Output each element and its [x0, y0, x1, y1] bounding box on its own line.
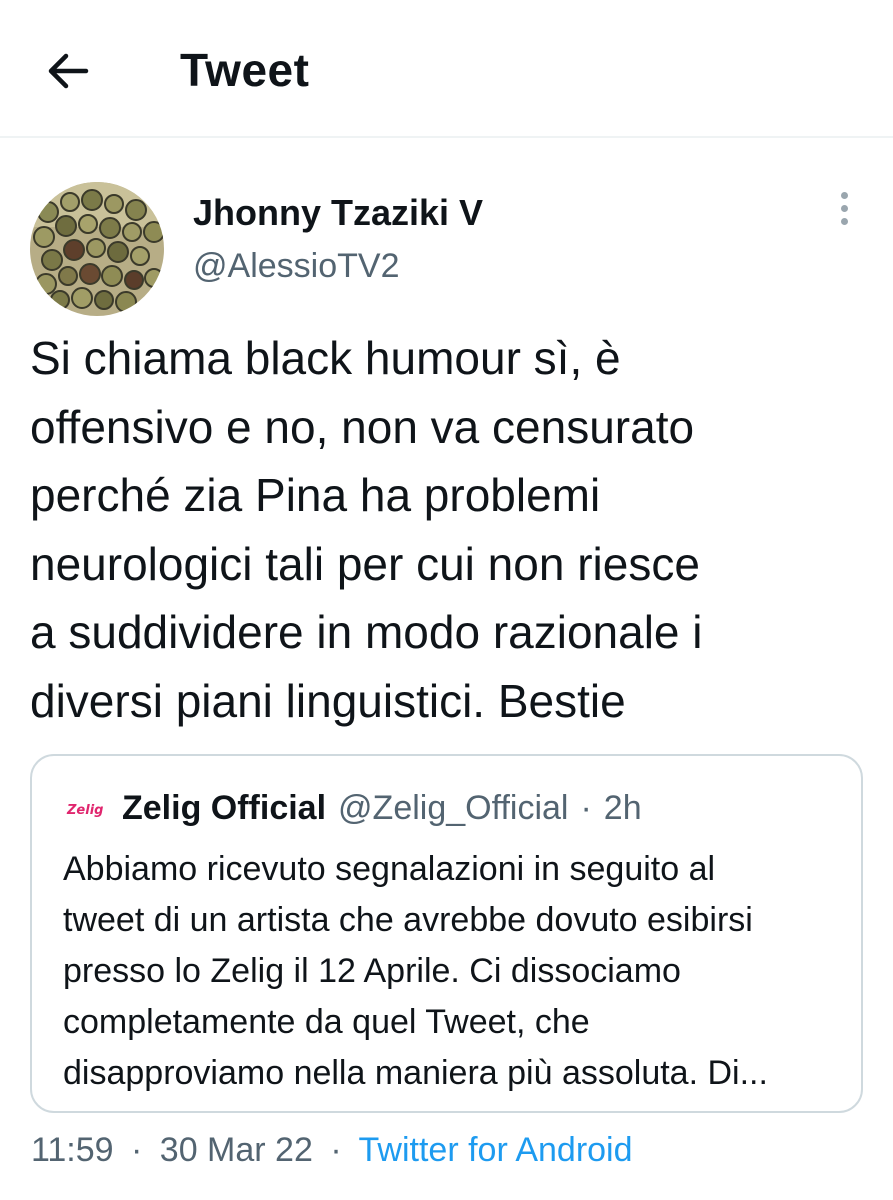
tweet-text-line: offensivo e no, non va censurato	[30, 400, 695, 453]
meta-separator: ·	[131, 1131, 143, 1169]
author-name[interactable]: Jhonny Tzaziki V	[193, 190, 483, 236]
arrow-left-icon	[48, 53, 89, 89]
quoted-text-line: presso lo Zelig il 12 Aprile. Ci dissoci…	[63, 952, 681, 990]
tweet-text-line: neurologici tali per cui non riesce	[30, 537, 700, 590]
zelig-logo-icon: Zelig	[66, 795, 106, 821]
quoted-age: 2h	[603, 789, 642, 827]
avatar-image	[30, 182, 164, 316]
more-vertical-icon-dot	[840, 204, 848, 212]
more-options-button[interactable]	[826, 188, 862, 228]
tweet-text-line: a suddividere in modo razionale i	[30, 606, 703, 658]
page-title: Tweet	[180, 44, 310, 96]
tweet-source-link[interactable]: Twitter for Android	[359, 1131, 633, 1169]
quoted-tweet-header: Zelig Zelig Official @Zelig_Official · 2…	[66, 786, 642, 830]
meta-separator: ·	[330, 1131, 342, 1169]
tweet-text-line: Si chiama black humour sì, è	[30, 332, 621, 384]
tweet-text: Si chiama black humour sì, è offensivo e…	[30, 324, 870, 735]
tweet-time[interactable]: 11:59	[31, 1131, 114, 1169]
tweet-text-line: perché zia Pina ha problemi	[30, 469, 601, 521]
avatar[interactable]	[30, 182, 164, 316]
tweet-date[interactable]: 30 Mar 22	[160, 1131, 313, 1169]
tweet: Jhonny Tzaziki V @AlessioTV2 Si chiama b…	[0, 138, 893, 1200]
quoted-text: Abbiamo ricevuto segnalazioni in seguito…	[63, 844, 843, 1099]
quoted-author-handle: @Zelig_Official	[338, 789, 569, 827]
tweet-text-line: diversi piani linguistici. Bestie	[30, 674, 626, 727]
tweet-meta: 11:59 · 30 Mar 22 · Twitter for Android	[31, 1127, 633, 1173]
quoted-tweet[interactable]: Zelig Zelig Official @Zelig_Official · 2…	[30, 754, 863, 1113]
quoted-separator: ·	[580, 789, 592, 827]
author-handle[interactable]: @AlessioTV2	[193, 244, 399, 288]
top-bar: Tweet	[0, 0, 893, 138]
more-vertical-icon	[840, 191, 848, 199]
more-vertical-icon-dot	[840, 217, 848, 225]
quoted-author-name: Zelig Official	[122, 789, 327, 827]
quoted-text-line: completamente da quel Tweet, che	[63, 1003, 590, 1041]
quoted-text-line: Abbiamo ricevuto segnalazioni in seguito…	[63, 850, 716, 888]
quoted-text-line: disapproviamo nella maniera più assoluta…	[63, 1054, 768, 1092]
quoted-text-line: tweet di un artista che avrebbe dovuto e…	[63, 901, 753, 939]
back-button[interactable]	[40, 46, 96, 96]
zelig-logo-text: Zelig	[66, 803, 103, 818]
